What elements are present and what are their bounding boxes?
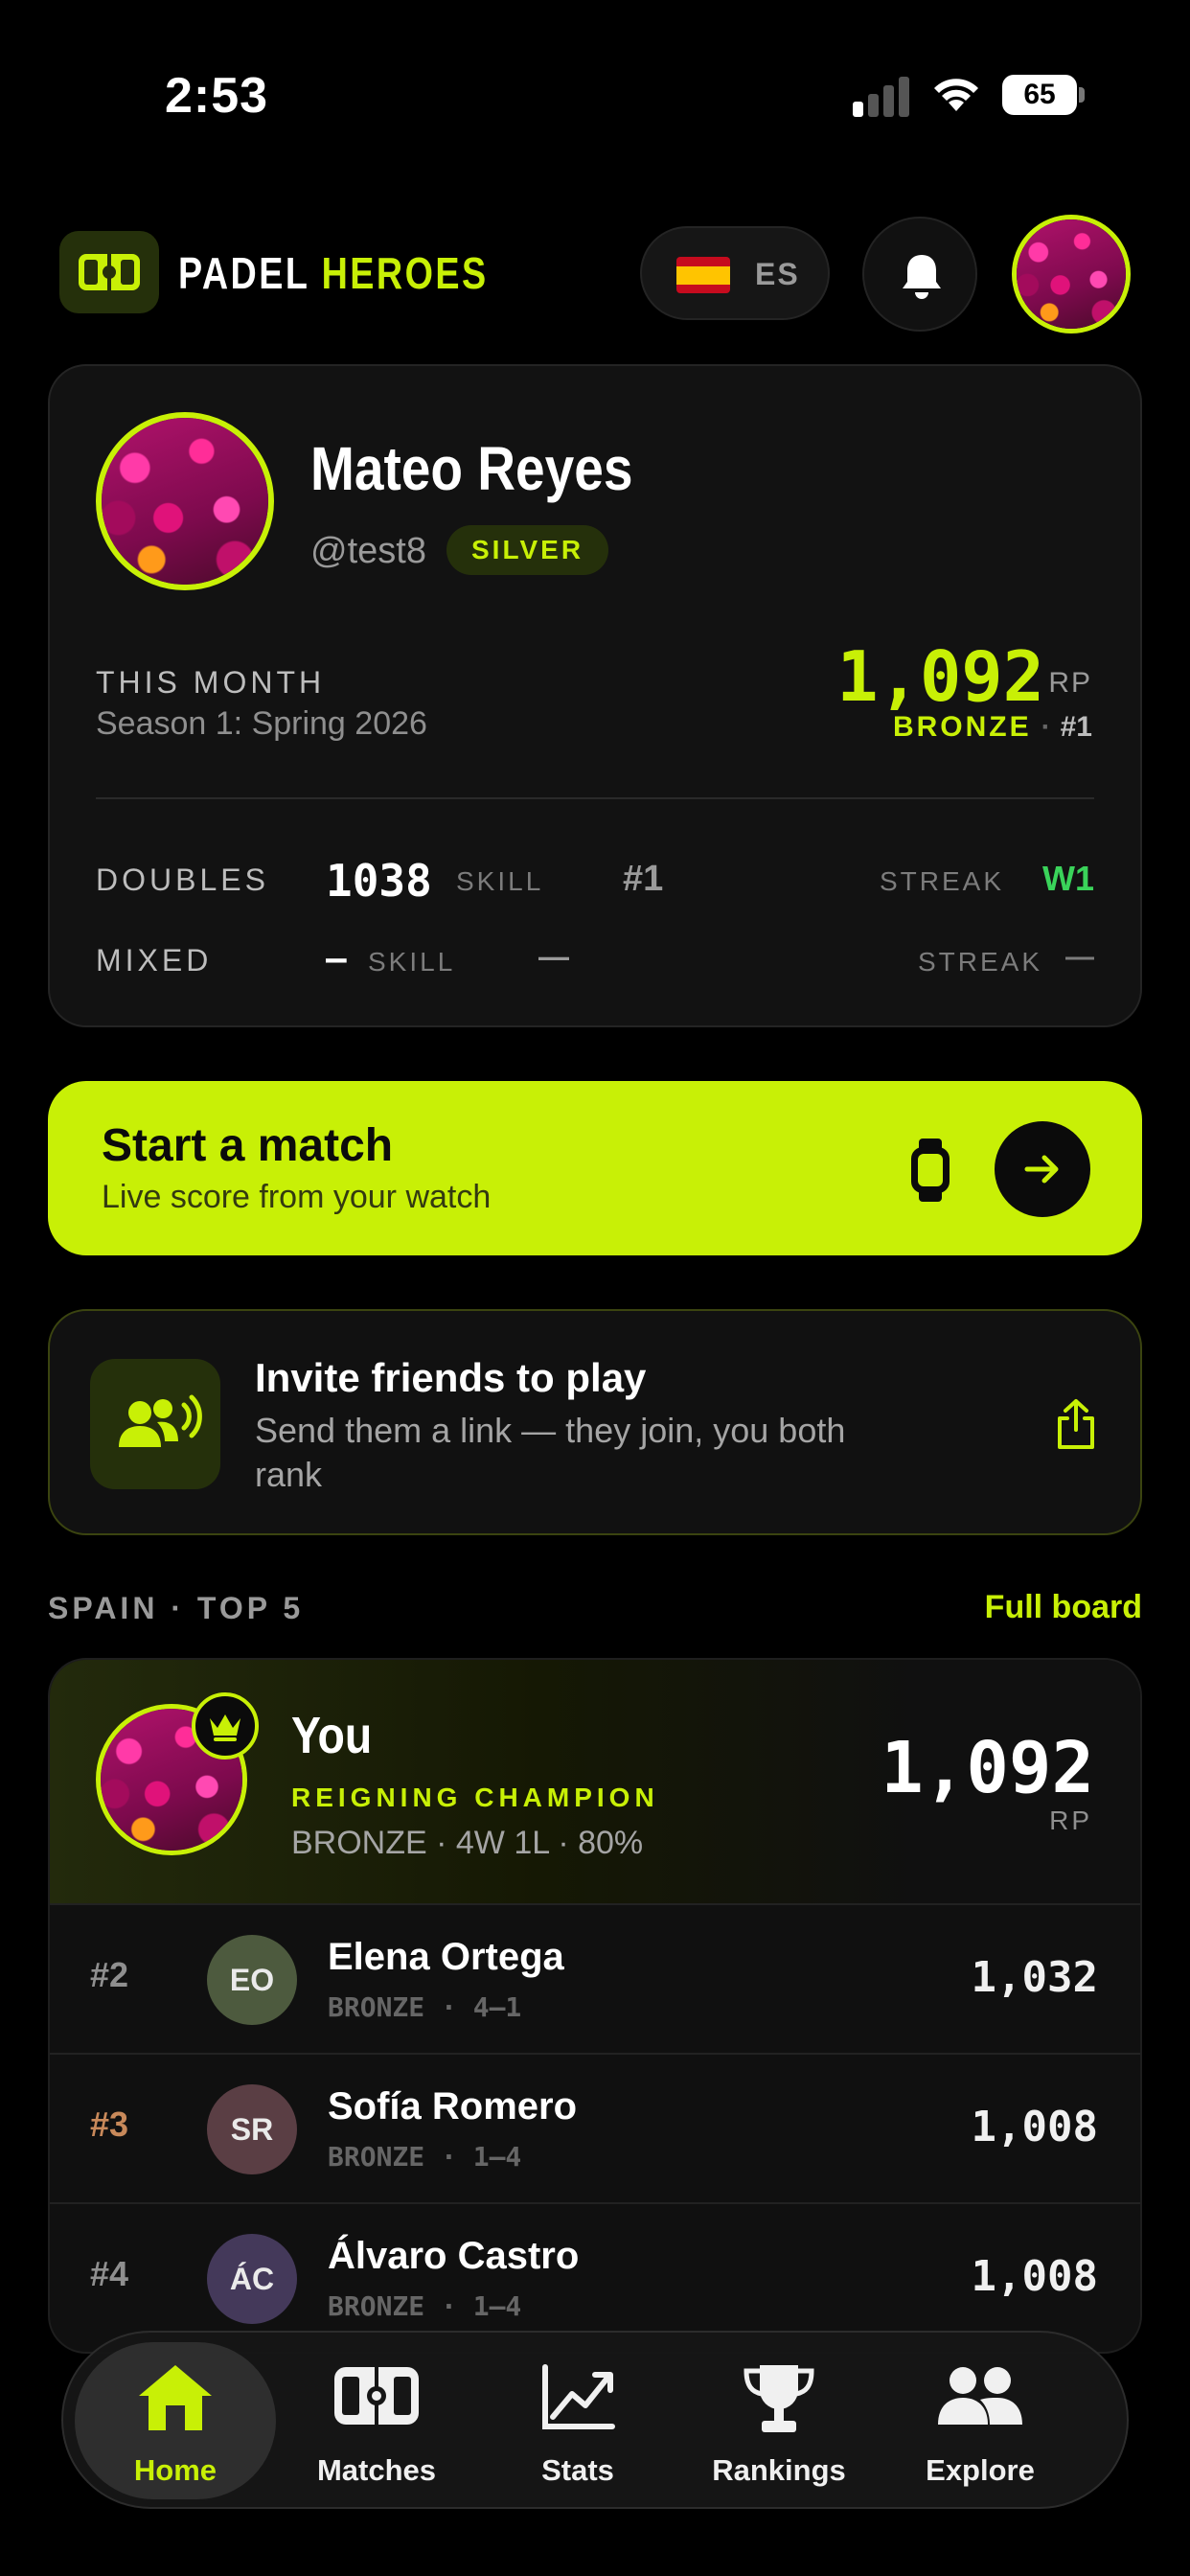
tab-home[interactable]: Home <box>75 2342 276 2499</box>
tier-badge: SILVER <box>446 525 609 575</box>
stat-skill-label: SKILL <box>368 947 456 977</box>
profile-avatar-button[interactable] <box>1012 215 1131 334</box>
leaderboard-meta: BRONZE · 1–4 <box>328 2141 522 2173</box>
profile-handle: @test8 <box>310 531 426 571</box>
ranking-points-unit: RP <box>1048 667 1092 699</box>
tab-explore[interactable]: Explore <box>880 2342 1081 2499</box>
tab-label: Home <box>133 2453 217 2487</box>
tab-rankings[interactable]: Rankings <box>678 2342 880 2499</box>
people-icon <box>938 2367 1022 2425</box>
leaderboard-score: 1,032 <box>971 1953 1098 2002</box>
invite-friends-card[interactable]: Invite friends to play Send them a link … <box>48 1309 1142 1535</box>
watch-icon <box>911 1138 950 1202</box>
cellular-signal-icon <box>853 77 910 117</box>
start-match-subtitle: Live score from your watch <box>102 1179 492 1215</box>
tab-label: Explore <box>926 2453 1035 2487</box>
brand-name-part1: PADEL <box>178 248 309 298</box>
avatar: EO <box>207 1935 297 2025</box>
stat-skill: 1038 <box>326 855 432 907</box>
tab-stats[interactable]: Stats <box>477 2342 678 2499</box>
stat-streak-label: STREAK <box>917 947 1042 977</box>
leaderboard-rank: #2 <box>90 1955 129 1994</box>
stat-skill-label: SKILL <box>456 866 544 896</box>
tab-bar: Home Matches Stats Rankings Explore <box>61 2331 1129 2509</box>
chart-icon <box>542 2364 615 2429</box>
profile-name: Mateo Reyes <box>310 434 633 503</box>
court-icon <box>334 2367 419 2425</box>
status-bar: 2:53 65 <box>0 0 1190 192</box>
leaderboard-score: 1,008 <box>971 2103 1098 2151</box>
start-match-title: Start a match <box>102 1120 394 1171</box>
notifications-button[interactable] <box>862 217 977 332</box>
rank-position: #1 <box>1060 711 1092 743</box>
rank-tier: BRONZE <box>892 711 1032 743</box>
stat-rank: — <box>538 939 569 974</box>
leaderboard-rank: #3 <box>90 2104 129 2144</box>
profile-avatar <box>96 412 274 590</box>
leaderboard-score: 1,008 <box>971 2252 1098 2301</box>
ranking-points: 1,092 <box>836 636 1044 717</box>
divider <box>96 797 1094 799</box>
wifi-icon <box>934 79 978 111</box>
stat-mode: DOUBLES <box>96 862 269 897</box>
status-time: 2:53 <box>165 68 269 124</box>
leaderboard-you-rp: 1,092 <box>881 1727 1094 1809</box>
language-code: ES <box>755 257 800 291</box>
spain-flag-icon <box>676 257 730 293</box>
profile-card[interactable]: Mateo Reyes @test8 SILVER THIS MONTH Sea… <box>48 364 1142 1027</box>
stat-skill: — <box>326 939 347 978</box>
home-icon <box>139 2365 212 2430</box>
stat-streak: — <box>1065 941 1094 973</box>
reigning-champion-badge: REIGNING CHAMPION <box>291 1782 659 1812</box>
leaderboard-name: Elena Ortega <box>328 1936 564 1978</box>
leaderboard-name: Sofía Romero <box>328 2085 578 2128</box>
leaderboard-meta: BRONZE · 4–1 <box>328 1991 522 2023</box>
leaderboard-you-name: You <box>291 1707 373 1764</box>
tab-label: Matches <box>316 2453 437 2487</box>
padel-court-logo-icon <box>59 231 159 313</box>
rank-separator: · <box>1041 711 1051 743</box>
leaderboard-row[interactable]: #2 EO Elena Ortega BRONZE · 4–1 1,032 <box>50 1905 1140 2055</box>
invite-title: Invite friends to play <box>255 1355 647 1400</box>
tab-label: Stats <box>541 2453 614 2487</box>
language-selector[interactable]: ES <box>640 226 830 320</box>
leaderboard-title: SPAIN · TOP 5 <box>48 1591 305 1625</box>
avatar: SR <box>207 2084 297 2174</box>
stat-streak: W1 <box>1042 859 1094 898</box>
bell-icon <box>903 255 941 299</box>
full-board-link[interactable]: Full board <box>985 1589 1142 1626</box>
leaderboard-meta: BRONZE · 1–4 <box>328 2290 522 2322</box>
season-label: Season 1: Spring 2026 <box>96 705 427 742</box>
battery-level: 65 <box>1002 75 1077 115</box>
leaderboard-name: Álvaro Castro <box>328 2235 580 2277</box>
leaderboard-card: You REIGNING CHAMPION BRONZE · 4W 1L · 8… <box>48 1658 1142 2354</box>
stat-rank: #1 <box>623 859 664 899</box>
invite-subtitle: Send them a link — they join, you both r… <box>255 1411 846 1494</box>
avatar: ÁC <box>207 2234 297 2324</box>
tab-matches[interactable]: Matches <box>276 2342 477 2499</box>
start-match-button[interactable]: Start a match Live score from your watch <box>48 1081 1142 1255</box>
stat-row-mixed: MIXED — SKILL — STREAK — <box>96 935 1094 993</box>
stat-streak-label: STREAK <box>879 866 1004 896</box>
brand-name: PADEL HEROES <box>178 247 489 299</box>
stat-mode: MIXED <box>96 943 213 978</box>
leaderboard-you-rp-unit: RP <box>1049 1806 1092 1835</box>
share-icon[interactable] <box>1054 1397 1098 1451</box>
leaderboard-row[interactable]: #3 SR Sofía Romero BRONZE · 1–4 1,008 <box>50 2055 1140 2204</box>
leaderboard-row-you[interactable]: You REIGNING CHAMPION BRONZE · 4W 1L · 8… <box>50 1660 1140 1905</box>
rank-line: BRONZE · #1 <box>893 711 1092 744</box>
trophy-icon <box>744 2365 814 2432</box>
start-match-arrow-button[interactable] <box>995 1121 1090 1217</box>
battery-icon: 65 <box>1002 75 1085 115</box>
brand-name-part2: HEROES <box>321 248 489 298</box>
crown-icon <box>192 1692 259 1760</box>
month-label: THIS MONTH <box>96 665 326 700</box>
invite-friends-icon <box>90 1359 220 1489</box>
leaderboard-you-summary: BRONZE · 4W 1L · 80% <box>291 1825 644 1861</box>
arrow-right-icon <box>1024 1155 1059 1184</box>
leaderboard-rank: #4 <box>90 2254 129 2293</box>
stat-row-doubles: DOUBLES 1038 SKILL #1 STREAK W1 <box>96 855 1094 912</box>
tab-label: Rankings <box>712 2453 846 2487</box>
